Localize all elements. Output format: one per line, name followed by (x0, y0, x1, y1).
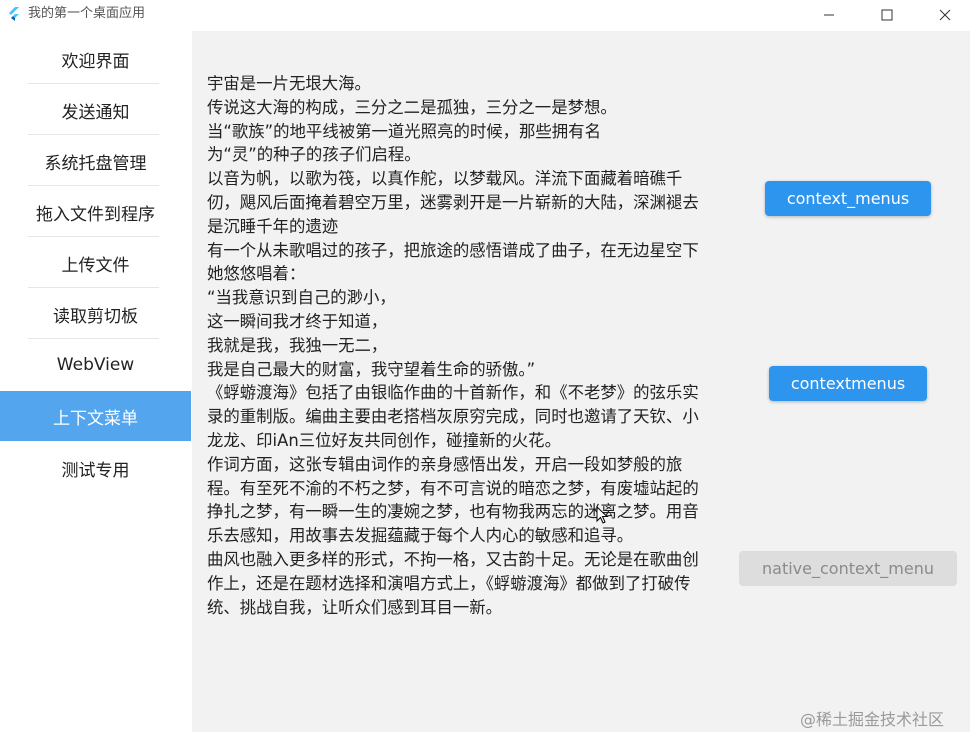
text-line: 曲风也融入更多样的形式，不拘一格，又古韵十足。无论是在歌曲创作上，还是在题材选择… (207, 549, 699, 617)
flutter-logo-icon (6, 6, 22, 22)
text-line: 以音为帆，以歌为筏，以真作舵，以梦载风。洋流下面藏着暗礁千仞，飓风后面掩着碧空万… (207, 169, 699, 236)
nav-divider (28, 287, 159, 288)
nav-divider (28, 185, 159, 186)
text-line: 宇宙是一片无垠大海。 (207, 74, 371, 93)
poem-text[interactable]: 宇宙是一片无垠大海。 传说这大海的构成，三分之二是孤独，三分之一是梦想。 当“歌… (207, 72, 703, 619)
sidebar-item-welcome[interactable]: 欢迎界面 (0, 34, 191, 84)
text-line: “当我意识到自己的渺小， (207, 288, 396, 308)
sidebar-item-notification[interactable]: 发送通知 (0, 85, 191, 135)
app-window: 我的第一个桌面应用 欢迎界面 发送通知 系统托盘管理 拖入文件到程序 上传文件 (0, 0, 970, 732)
text-line: 为“灵”的种子的孩子们启程。 (207, 145, 421, 165)
text-line: 作词方面，这张专辑由词作的亲身感悟出发，开启一段如梦般的旅程。有至死不渝的不朽之… (207, 454, 699, 546)
sidebar-item-context-menu[interactable]: 上下文菜单 (0, 391, 191, 441)
text-line: 这一瞬间我才终于知道， (207, 311, 388, 331)
main-content: 宇宙是一片无垠大海。 传说这大海的构成，三分之二是孤独，三分之一是梦想。 当“歌… (192, 31, 970, 732)
text-line: 我是自己最大的财富，我守望着生命的骄傲。” (207, 359, 536, 379)
sidebar-nav: 欢迎界面 发送通知 系统托盘管理 拖入文件到程序 上传文件 读取剪切板 WebV… (0, 31, 191, 732)
mouse-cursor-icon (596, 505, 609, 528)
native-context-menu-button[interactable]: native_context_menu (739, 551, 957, 586)
sidebar-item-clipboard[interactable]: 读取剪切板 (0, 289, 191, 339)
nav-divider (28, 236, 159, 237)
text-line: 当“歌族”的地平线被第一道光照亮的时候，那些拥有名 (207, 121, 601, 141)
text-line: 有一个从未歌唱过的孩子，把旅途的感悟谱成了曲子，在无边星空下她悠悠唱着： (207, 240, 699, 284)
title-bar[interactable]: 我的第一个桌面应用 (0, 0, 970, 30)
minimize-icon (823, 6, 835, 25)
close-button[interactable] (922, 0, 968, 30)
context-menus-button[interactable]: context_menus (765, 181, 931, 216)
watermark-text: @稀土掘金技术社区 (800, 710, 945, 729)
sidebar-item-upload[interactable]: 上传文件 (0, 238, 191, 288)
maximize-icon (881, 6, 893, 25)
nav-divider (28, 338, 159, 339)
nav-divider (28, 134, 159, 135)
minimize-button[interactable] (806, 0, 852, 30)
sidebar-item-webview[interactable]: WebView (0, 340, 191, 390)
sidebar-item-drag-file[interactable]: 拖入文件到程序 (0, 187, 191, 237)
window-title: 我的第一个桌面应用 (28, 6, 146, 21)
sidebar-item-test[interactable]: 测试专用 (0, 443, 191, 493)
text-line: 我就是我，我独一无二， (207, 335, 388, 355)
sidebar-item-tray[interactable]: 系统托盘管理 (0, 136, 191, 186)
text-line: 《蜉蝣渡海》包括了由银临作曲的十首新作，和《不老梦》的弦乐实录的重制版。编曲主要… (207, 383, 699, 450)
maximize-button[interactable] (864, 0, 910, 30)
close-icon (939, 6, 951, 25)
contextmenus-button[interactable]: contextmenus (769, 366, 927, 401)
text-line: 传说这大海的构成，三分之二是孤独，三分之一是梦想。 (207, 97, 617, 117)
nav-divider (28, 83, 159, 84)
